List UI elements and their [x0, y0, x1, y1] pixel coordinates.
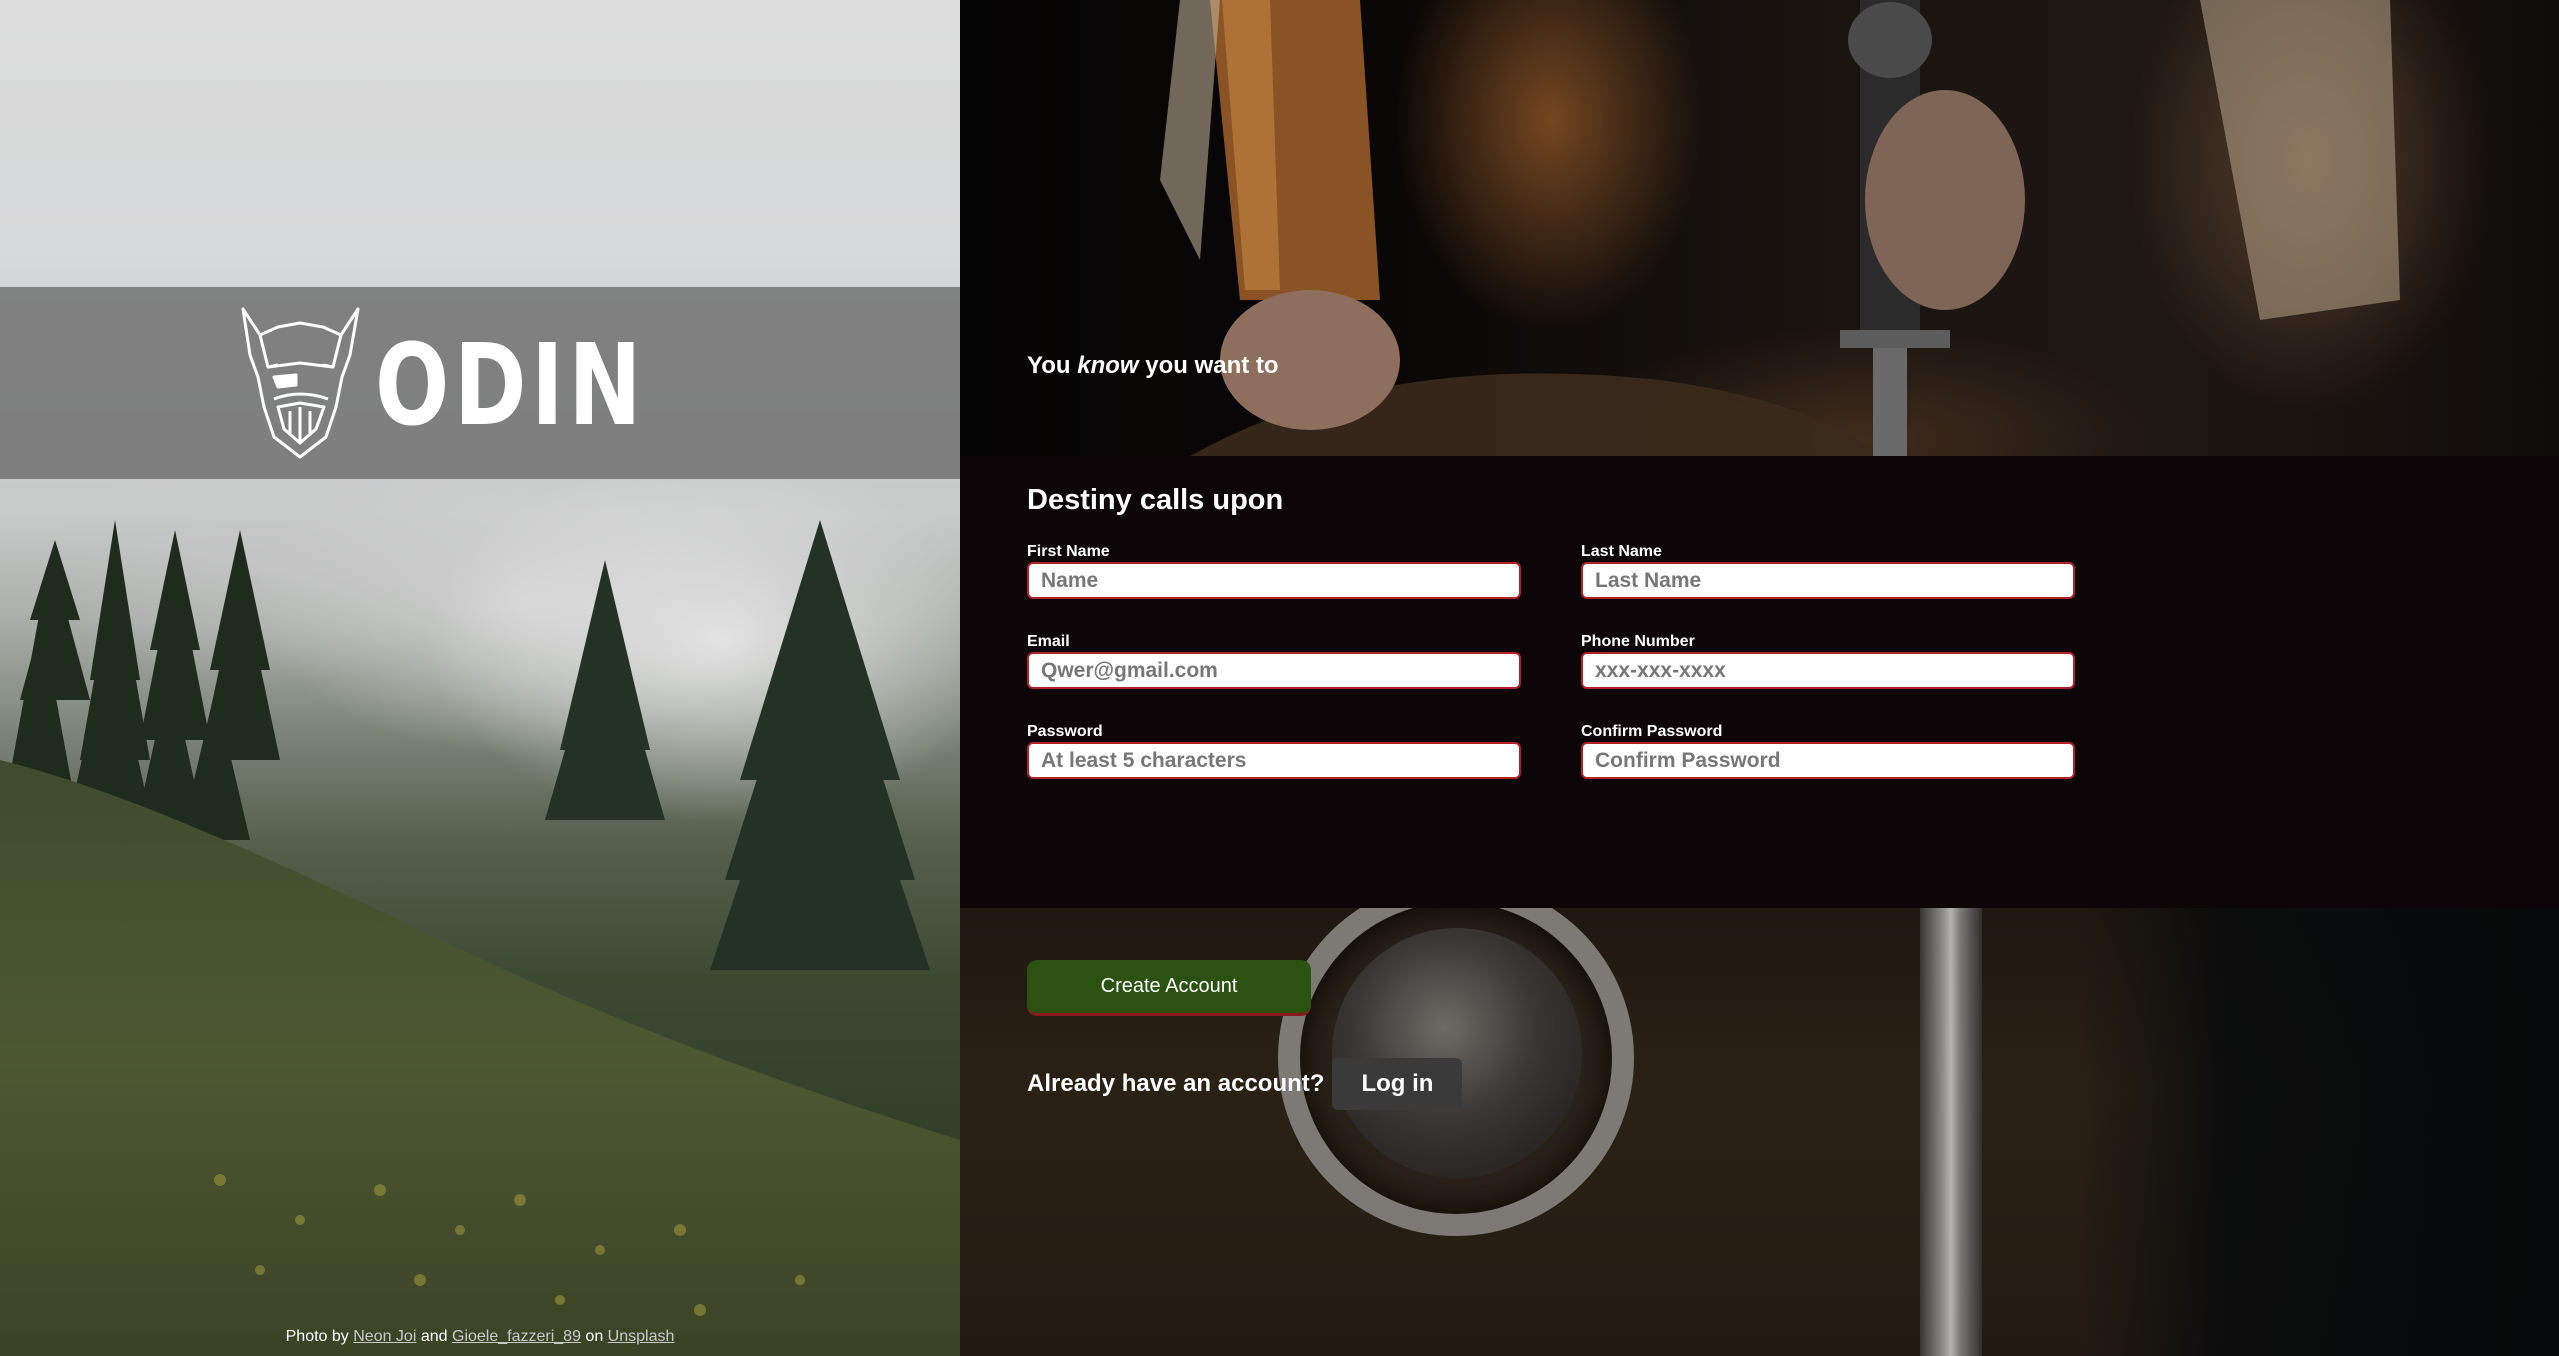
photo-credit: Photo by Neon Joi and Gioele_fazzeri_89 …	[0, 1328, 960, 1346]
email-group: Email	[1027, 633, 1521, 689]
credit-and: and	[420, 1328, 448, 1345]
shadow-overlay	[2080, 908, 2559, 1356]
last-name-label: Last Name	[1581, 543, 1662, 560]
hero-banner-image: You know you want to	[960, 0, 2559, 456]
confirm-password-label: Confirm Password	[1581, 723, 1723, 740]
already-have-account-text: Already have an account?	[1027, 1070, 1325, 1097]
meadow-hill-image	[0, 760, 960, 1356]
viking-helmet-icon	[241, 307, 360, 459]
first-name-label: First Name	[1027, 543, 1110, 560]
credit-prefix: Photo by	[285, 1328, 349, 1345]
shield-boss-image	[1332, 928, 1582, 1178]
confirm-password-input[interactable]	[1581, 742, 2075, 779]
actions-section: Create Account Already have an account? …	[960, 908, 2559, 1356]
confirm-password-group: Confirm Password	[1581, 723, 2075, 779]
log-in-button[interactable]: Log in	[1332, 1058, 1463, 1110]
logo-banner: ODIN	[0, 287, 960, 479]
signup-page: ODIN Photo by Neon Joi and Gioele_fazzer…	[0, 0, 2559, 1356]
credit-link-site[interactable]: Unsplash	[608, 1328, 675, 1345]
hero-tagline: You know you want to	[1027, 352, 1279, 380]
email-label: Email	[1027, 633, 1070, 650]
sword-blade-image	[1920, 908, 1982, 1356]
left-image-panel: ODIN Photo by Neon Joi and Gioele_fazzer…	[0, 0, 960, 1356]
last-name-group: Last Name	[1581, 543, 2075, 599]
signup-form: Destiny calls upon First Name Last Name …	[960, 456, 2559, 908]
last-name-input[interactable]	[1581, 562, 2075, 599]
password-group: Password	[1027, 723, 1521, 779]
password-label: Password	[1027, 723, 1103, 740]
viking-warrior-image	[1160, 0, 2400, 456]
tagline-part-1: You	[1027, 352, 1071, 379]
phone-input[interactable]	[1581, 652, 2075, 689]
phone-group: Phone Number	[1581, 633, 2075, 689]
email-input[interactable]	[1027, 652, 1521, 689]
first-name-input[interactable]	[1027, 562, 1521, 599]
brand-logo: ODIN	[238, 307, 723, 459]
login-prompt: Already have an account? Log in	[1027, 1058, 1463, 1110]
tagline-emphasis: know	[1077, 352, 1139, 379]
tagline-part-2: you want to	[1145, 352, 1279, 379]
form-title: Destiny calls upon	[1027, 484, 1284, 516]
credit-on: on	[585, 1328, 604, 1345]
phone-label: Phone Number	[1581, 633, 1695, 650]
credit-link-author1[interactable]: Neon Joi	[353, 1328, 416, 1345]
brand-wordmark: ODIN	[374, 321, 646, 451]
signup-panel: You know you want to Destiny calls upon …	[960, 0, 2559, 1356]
credit-link-author2[interactable]: Gioele_fazzeri_89	[452, 1328, 581, 1345]
first-name-group: First Name	[1027, 543, 1521, 599]
create-account-button[interactable]: Create Account	[1027, 960, 1311, 1016]
password-input[interactable]	[1027, 742, 1521, 779]
